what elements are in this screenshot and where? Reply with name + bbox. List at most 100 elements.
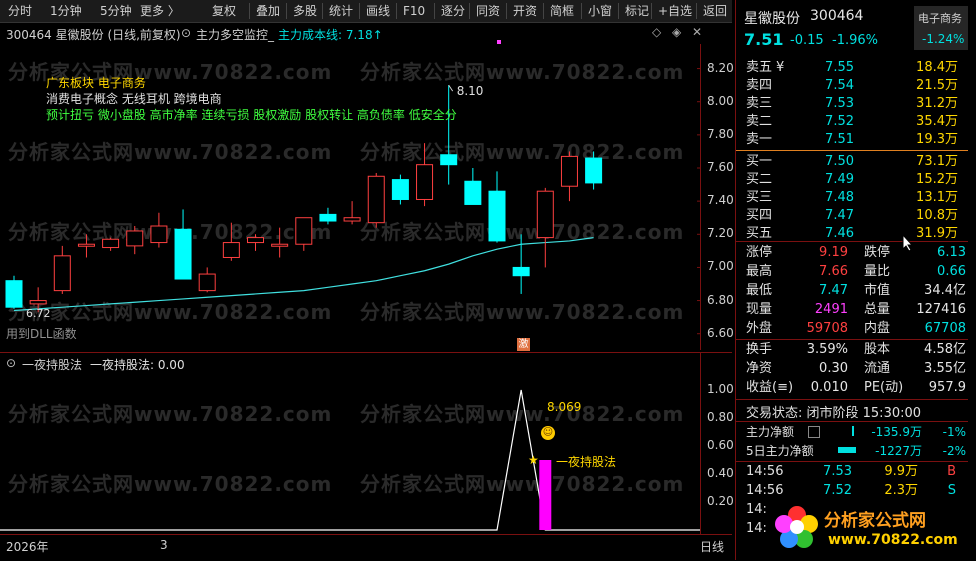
toolbar-item-1[interactable]: 叠加	[249, 3, 280, 19]
chart-toolbar: 分时 1分钟 5分钟 更多 〉 复权 叠加 多股 统计 画线 F10 逐分 同资 开资 简框 小窗 标记 +自选…	[0, 0, 732, 23]
stat-row: 换手 3.59% 股本 4.58亿	[736, 340, 968, 360]
candlestick-chart[interactable]: 分析家公式网www.70822.com 分析家公式网www.70822.com …	[0, 40, 700, 351]
flow-bar	[838, 447, 856, 453]
book-level-label: 买二	[746, 172, 773, 187]
toolbar-item-0[interactable]: 复权	[212, 3, 236, 19]
sub-tick: 0.40	[707, 466, 734, 480]
dll-note: 用到DLL函数	[6, 327, 77, 341]
toolbar-item-9[interactable]: 简框	[543, 3, 574, 19]
book-volume: 73.1万	[916, 154, 958, 169]
candle	[391, 174, 409, 205]
stat-label: PE(动)	[864, 380, 904, 395]
price-annotation: 8.069	[547, 400, 582, 414]
price-tick: 7.40	[707, 193, 734, 208]
time-axis: 2026年 3 日线	[0, 534, 732, 561]
bid-book: 买一 7.50 73.1万 买二 7.49 15.2万 买三 7.48 13.1万 买四 7.47 1…	[736, 150, 968, 242]
book-price: 7.48	[825, 190, 854, 205]
candle	[53, 245, 71, 294]
candle	[319, 207, 337, 225]
site-logo: 分析家公式网 www.70822.com	[772, 500, 968, 558]
back-button[interactable]: 返回	[696, 3, 727, 19]
toolbar-period-3[interactable]: 更多 〉	[140, 3, 180, 19]
book-level-label: 买四	[746, 208, 773, 223]
price-change: -0.15	[790, 33, 824, 48]
diamond-icon[interactable]: ◇	[652, 25, 661, 39]
candle	[150, 212, 168, 248]
close-panel-icon[interactable]: ✕	[692, 25, 702, 39]
sub-indicator-name[interactable]: 一夜持股法	[22, 356, 82, 373]
candle	[174, 209, 192, 280]
stat-value: 4.58亿	[924, 342, 966, 357]
ask-book: 卖五 ¥7.55 18.4万 卖四 7.54 21.5万 卖三 7.53 31.2万 卖二 7.52…	[736, 56, 968, 148]
stat-row: 净资 0.30 流通 3.55亿	[736, 359, 968, 379]
price-tick: 7.00	[707, 259, 734, 274]
year-label: 2026年	[6, 540, 49, 554]
stat-label: 跌停	[864, 245, 891, 260]
stat-row: 现量 2491 总量 127416	[736, 300, 968, 320]
sector-box[interactable]: 电子商务 -1.24%	[914, 6, 968, 50]
stat-label: 外盘	[746, 321, 773, 336]
sector-name: 电子商务	[918, 12, 962, 25]
flow-bar	[852, 426, 854, 436]
candle	[488, 171, 506, 243]
candle	[102, 237, 120, 251]
flow-label: 5日主力净额	[746, 444, 814, 458]
price-change-pct: -1.96%	[832, 33, 878, 48]
toolbar-item-3[interactable]: 统计	[322, 3, 353, 19]
toolbar-period-0[interactable]: 分时	[8, 3, 32, 19]
stat-row: 收益(≡) 0.010 PE(动) 957.9	[736, 378, 968, 398]
stat-value: 9.19	[819, 245, 848, 260]
status-tags: 预计扭亏 微小盘股 高市净率 连续亏损 股权激励 股权转让 高负债率 低安全分	[46, 108, 457, 122]
info-icon[interactable]	[808, 426, 820, 438]
toolbar-item-5[interactable]: F10	[396, 3, 425, 19]
candle	[585, 151, 603, 190]
toolbar-item-2[interactable]: 多股	[286, 3, 317, 19]
quote-panel: 星徽股份 300464 电子商务 -1.24% 7.51 -0.15 -1.96…	[735, 0, 976, 560]
stat-value: 3.55亿	[924, 361, 966, 376]
toolbar-period-1[interactable]: 1分钟	[50, 3, 82, 19]
book-volume: 18.4万	[916, 60, 958, 75]
book-volume: 10.8万	[916, 208, 958, 223]
expand-icon[interactable]: ◈	[672, 25, 681, 39]
sub-indicator-chart[interactable]: 分析家公式网www.70822.com 分析家公式网www.70822.com …	[0, 372, 700, 534]
stat-value: 127416	[916, 302, 966, 317]
indicator-dropdown-icon[interactable]: ⊙	[181, 26, 191, 40]
toolbar-item-7[interactable]: 同资	[469, 3, 500, 19]
stat-row: 最高 7.66 量比 0.66	[736, 262, 968, 282]
mouse-cursor-icon	[902, 233, 914, 252]
smiley-icon: ☺	[541, 426, 555, 440]
toolbar-item-12[interactable]: +自选	[651, 3, 692, 19]
price-tick: 8.20	[707, 60, 734, 75]
price-tick: 7.60	[707, 160, 734, 174]
book-price: 7.54	[825, 78, 854, 93]
book-volume: 15.2万	[916, 172, 958, 187]
toolbar-item-8[interactable]: 开资	[506, 3, 537, 19]
candle	[464, 168, 482, 205]
indicator-name[interactable]: 主力多空监控_	[196, 26, 274, 43]
signal-badge[interactable]: 激	[517, 338, 530, 351]
book-volume: 13.1万	[916, 190, 958, 205]
tick-price: 7.53	[823, 464, 852, 479]
toolbar-item-11[interactable]: 标记	[618, 3, 649, 19]
toolbar-item-10[interactable]: 小窗	[581, 3, 612, 19]
order-book-row: 买二 7.49 15.2万	[736, 170, 968, 190]
sub-dropdown-icon[interactable]: ⊙	[6, 356, 16, 370]
stat-value: 67708	[924, 321, 966, 336]
order-book-row: 买一 7.50 73.1万	[736, 152, 968, 172]
sub-tick: 0.20	[707, 494, 734, 508]
toolbar-period-2[interactable]: 5分钟	[100, 3, 132, 19]
toolbar-item-6[interactable]: 逐分	[434, 3, 465, 19]
sub-value-axis: 1.00 0.80 0.60 0.40 0.20	[700, 352, 734, 534]
book-price: 7.55	[825, 60, 854, 75]
book-level-label: 卖三	[746, 96, 773, 111]
money-flow: 主力净额 -135.9万 -1% 5日主力净额 -1227万 -2%	[736, 422, 968, 462]
period-label[interactable]: 日线	[700, 538, 724, 555]
tick-time: 14:56	[746, 464, 784, 479]
candle	[271, 227, 289, 258]
stat-label: 最高	[746, 264, 773, 279]
candle	[367, 172, 385, 228]
toolbar-item-4[interactable]: 画线	[359, 3, 390, 19]
price-stats: 涨停 9.19 跌停 6.13 最高 7.66 量比 0.66 最低 7.47 市值 34.4亿 现量 2…	[736, 241, 968, 337]
tick-volume: 2.3万	[884, 483, 918, 498]
chart-title: 300464 星徽股份 (日线,前复权)	[6, 28, 181, 42]
